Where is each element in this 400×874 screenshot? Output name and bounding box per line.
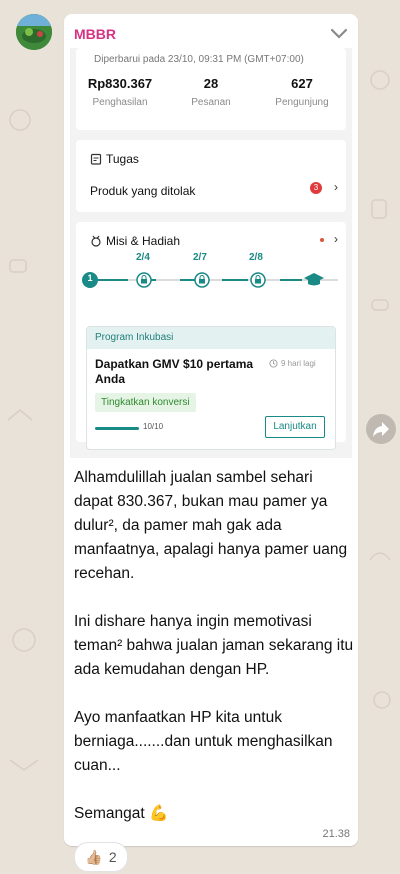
mission-title: Misi & Hadiah: [106, 234, 181, 248]
stat-label: Pesanan: [191, 97, 231, 108]
tasks-card: Tugas Produk yang ditolak 3 ›: [76, 140, 346, 212]
caption-closing-text: Semangat: [74, 805, 145, 822]
stat-value: Rp830.367: [87, 76, 153, 91]
lock-icon: [136, 272, 152, 288]
time-left-row: 9 hari lagi: [269, 359, 316, 368]
message-bubble[interactable]: MBBR Diperbarui pada 23/10, 09:31 PM (GM…: [64, 14, 358, 846]
program-header: Program Inkubasi: [87, 327, 335, 349]
chevron-right-icon[interactable]: ›: [334, 232, 338, 246]
graduation-cap-icon: [304, 273, 324, 286]
stat-income: Rp830.367 Penghasilan: [76, 76, 164, 108]
chevron-right-icon[interactable]: ›: [334, 180, 338, 194]
stats-card: Diperbarui pada 23/10, 09:31 PM (GMT+07:…: [76, 48, 346, 130]
tasks-title: Tugas: [106, 152, 139, 166]
sender-avatar[interactable]: [16, 14, 52, 50]
mission-steps: [82, 272, 338, 288]
stat-label: Penghasilan: [92, 97, 148, 108]
caption-closing: Semangat 💪: [74, 802, 354, 826]
reaction-count: 2: [108, 849, 117, 865]
notification-dot: [320, 238, 324, 242]
medal-icon: [91, 235, 101, 247]
step-label: 2/7: [193, 252, 207, 263]
message-timestamp: 21.38: [322, 828, 350, 840]
step-label: 2/4: [136, 252, 150, 263]
updated-text: Diperbarui pada 23/10, 09:31 PM (GMT+07:…: [94, 54, 304, 65]
caption-paragraph: Ini dishare hanya ingin memotivasi teman…: [74, 613, 354, 678]
clipboard-icon: [90, 153, 102, 165]
step-label: 2/8: [249, 252, 263, 263]
incubation-program-card[interactable]: Program Inkubasi Dapatkan GMV $10 pertam…: [86, 326, 336, 450]
rejected-products-link[interactable]: Produk yang ditolak: [90, 184, 195, 198]
clock-icon: [269, 359, 278, 368]
lock-icon: [250, 272, 266, 288]
stat-value: 28: [203, 76, 219, 91]
program-progress-bar: [95, 427, 139, 430]
time-left: 9 hari lagi: [281, 359, 316, 368]
caption-paragraph: Ayo manfaatkan HP kita untuk berniaga...…: [74, 709, 333, 774]
caption-paragraph: Alhamdulillah jualan sambel sehari dapat…: [74, 469, 348, 582]
chevron-down-icon[interactable]: [328, 24, 350, 42]
forward-button[interactable]: [366, 414, 396, 444]
message-caption: Alhamdulillah jualan sambel sehari dapat…: [74, 466, 354, 826]
lock-icon: [194, 272, 210, 288]
program-tag: Tingkatkan konversi: [95, 393, 196, 412]
program-title: Dapatkan GMV $10 pertama Anda: [95, 357, 254, 386]
sender-name[interactable]: MBBR: [74, 26, 116, 42]
program-progress-text: 10/10: [143, 422, 164, 431]
mission-title-row: Misi & Hadiah: [90, 234, 180, 248]
stat-value: 627: [291, 76, 313, 91]
stat-orders: 28 Pesanan: [167, 76, 255, 108]
stat-label: Pengunjung: [275, 97, 329, 108]
thumbs-up-icon: 👍🏼: [85, 848, 103, 865]
rejected-count-badge: 3: [310, 182, 322, 194]
reaction-chip[interactable]: 👍🏼 2: [74, 842, 128, 872]
attached-screenshot[interactable]: Diperbarui pada 23/10, 09:31 PM (GMT+07:…: [70, 48, 352, 458]
continue-button[interactable]: Lanjutkan: [265, 416, 325, 438]
tasks-title-row: Tugas: [90, 152, 139, 166]
stat-visitors: 627 Pengunjung: [258, 76, 346, 108]
forward-arrow-icon: [373, 422, 389, 437]
avatar-image: [16, 14, 52, 50]
flexed-biceps-icon: 💪: [148, 805, 169, 822]
current-step-number: 1: [87, 273, 93, 283]
